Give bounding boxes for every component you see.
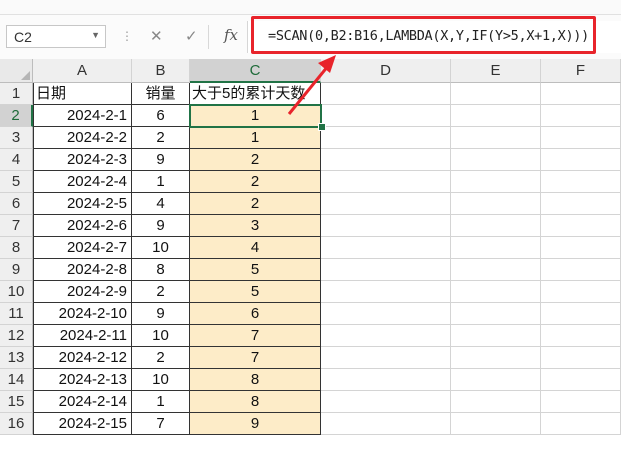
annotation-arrow: [287, 55, 336, 115]
